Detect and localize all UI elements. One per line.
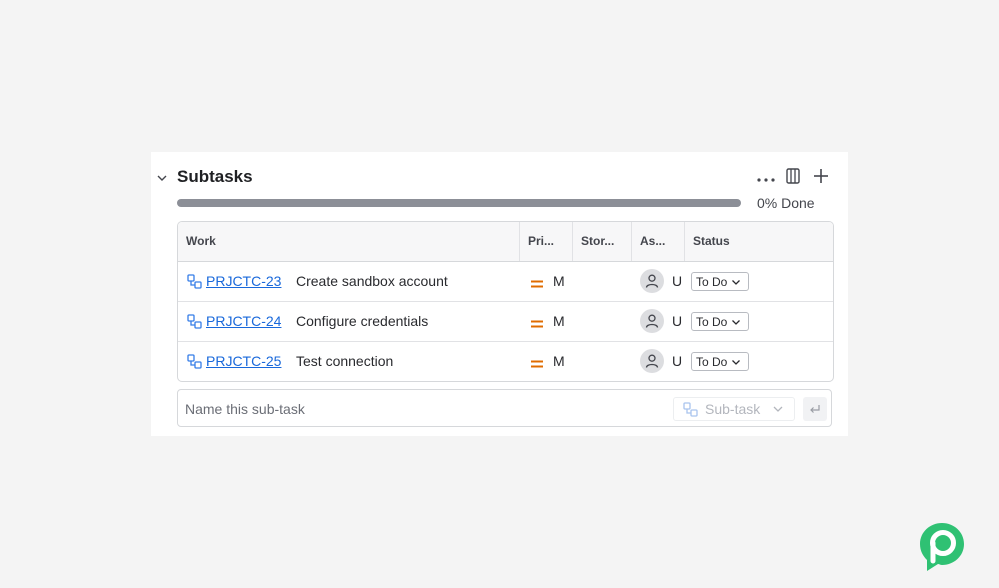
priority-medium-icon — [530, 356, 544, 368]
issue-summary[interactable]: Configure credentials — [296, 313, 428, 329]
subtasks-table: Work Pri... Stor... As... Status PRJCTC-… — [177, 221, 834, 382]
subtask-icon — [187, 314, 202, 329]
create-subtask-form: Sub-task — [177, 389, 832, 427]
subtasks-panel: Subtasks 0% Done Work Pri... Stor... As.… — [151, 152, 848, 436]
more-horizontal-icon — [757, 169, 775, 187]
plus-icon — [813, 168, 829, 189]
columns-icon — [786, 167, 800, 189]
submit-button[interactable] — [803, 397, 827, 421]
person-icon — [645, 314, 659, 328]
add-subtask-button[interactable] — [809, 166, 833, 190]
progress-label: 0% Done — [757, 195, 815, 211]
assignee-name[interactable]: U — [672, 313, 682, 329]
columns-button[interactable] — [781, 166, 805, 190]
avatar[interactable] — [640, 309, 664, 333]
subtask-icon — [187, 274, 202, 289]
section-title: Subtasks — [177, 167, 253, 186]
issue-key-link[interactable]: PRJCTC-23 — [206, 273, 281, 289]
chevron-down-icon — [732, 319, 741, 325]
issue-key-link[interactable]: PRJCTC-24 — [206, 313, 281, 329]
priority-value[interactable]: M — [553, 353, 565, 369]
column-header-priority[interactable]: Pri... — [520, 222, 573, 261]
priority-medium-icon — [530, 316, 544, 328]
avatar[interactable] — [640, 349, 664, 373]
chevron-down-icon[interactable] — [155, 171, 169, 185]
subtask-icon — [187, 354, 202, 369]
person-icon — [645, 354, 659, 368]
status-label: To Do — [696, 274, 728, 289]
chevron-down-icon — [732, 279, 741, 285]
brand-logo — [918, 521, 966, 573]
priority-value[interactable]: M — [553, 273, 565, 289]
subtask-icon — [683, 401, 698, 417]
chevron-down-icon — [732, 359, 741, 365]
status-dropdown[interactable]: To Do — [691, 352, 749, 371]
issue-type-select[interactable]: Sub-task — [673, 397, 795, 421]
enter-icon — [810, 405, 820, 413]
progress-bar — [177, 199, 741, 207]
priority-medium-icon — [530, 276, 544, 288]
issue-summary[interactable]: Create sandbox account — [296, 273, 448, 289]
status-dropdown[interactable]: To Do — [691, 272, 749, 291]
subtask-name-input[interactable] — [179, 391, 667, 427]
column-header-story-points[interactable]: Stor... — [573, 222, 632, 261]
more-actions-button[interactable] — [754, 166, 778, 190]
subtasks-header: Subtasks — [151, 166, 848, 190]
issue-summary[interactable]: Test connection — [296, 353, 393, 369]
column-header-status[interactable]: Status — [685, 222, 833, 261]
avatar[interactable] — [640, 269, 664, 293]
assignee-name[interactable]: U — [672, 273, 682, 289]
issue-key-link[interactable]: PRJCTC-25 — [206, 353, 281, 369]
assignee-name[interactable]: U — [672, 353, 682, 369]
issue-type-label: Sub-task — [705, 401, 761, 417]
table-header: Work Pri... Stor... As... Status — [178, 222, 833, 262]
status-dropdown[interactable]: To Do — [691, 312, 749, 331]
priority-value[interactable]: M — [553, 313, 565, 329]
person-icon — [645, 274, 659, 288]
status-label: To Do — [696, 314, 728, 329]
table-row[interactable]: PRJCTC-23 Create sandbox account M U To … — [178, 262, 833, 302]
chevron-down-icon — [773, 406, 783, 412]
status-label: To Do — [696, 354, 728, 369]
table-row[interactable]: PRJCTC-24 Configure credentials M U To D… — [178, 302, 833, 342]
table-row[interactable]: PRJCTC-25 Test connection M U To Do — [178, 342, 833, 381]
column-header-assignee[interactable]: As... — [632, 222, 685, 261]
column-header-work[interactable]: Work — [178, 222, 520, 261]
